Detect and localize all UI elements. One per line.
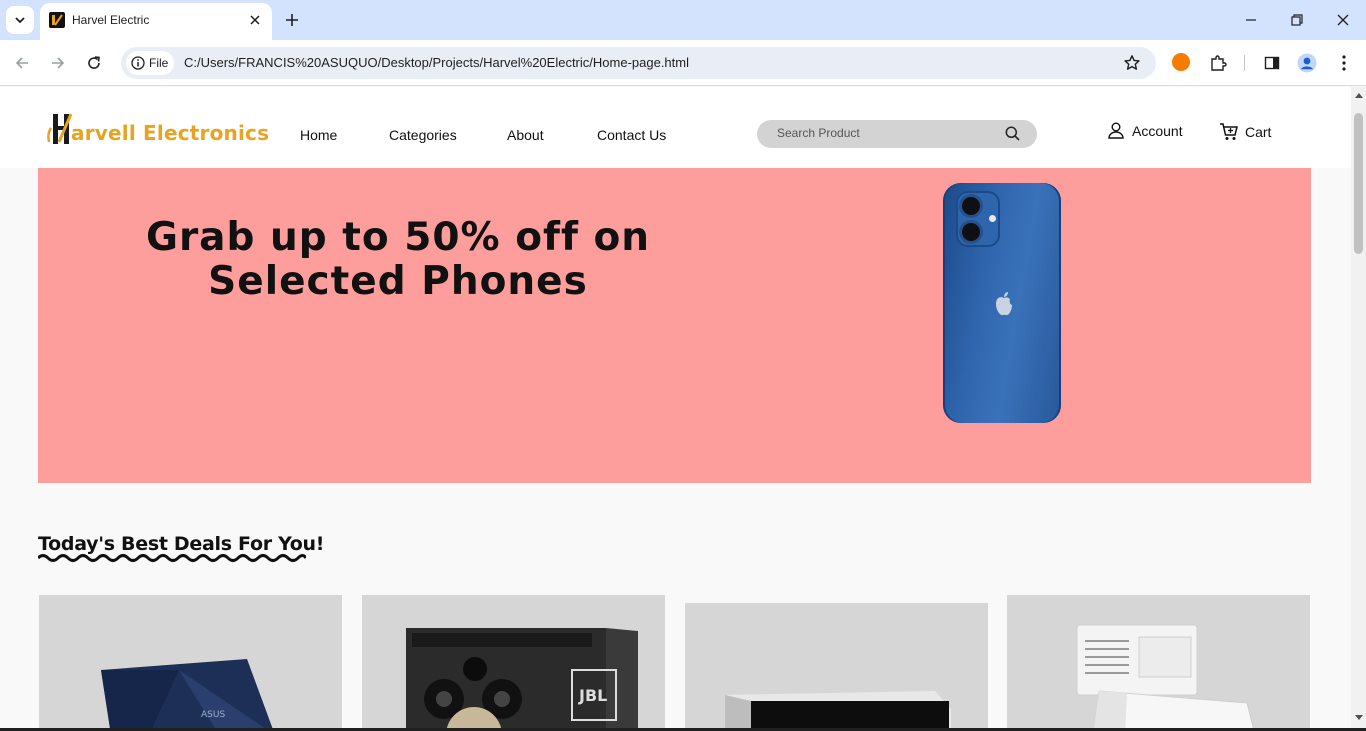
banner-line-2: Selected Phones — [208, 259, 588, 304]
apple-logo-icon — [996, 292, 1012, 316]
favicon-icon — [49, 12, 65, 28]
chip-label: File — [149, 56, 169, 70]
logo-text: arvell Electronics — [71, 121, 270, 145]
nav-home[interactable]: Home — [300, 127, 337, 143]
toolbar-separator — [1244, 55, 1245, 71]
extension-avast-icon[interactable] — [1172, 53, 1190, 71]
scroll-down-arrow-icon[interactable] — [1355, 715, 1363, 721]
tab-title: Harvel Electric — [72, 13, 150, 27]
page-scrollbar[interactable] — [1351, 87, 1366, 731]
promo-banner[interactable]: Grab up to 50% off on Selected Phones — [38, 168, 1311, 483]
logo-h-mark-icon — [45, 112, 79, 148]
extensions-puzzle-icon[interactable] — [1207, 52, 1229, 74]
air-conditioner-image — [1076, 624, 1255, 731]
restore-icon[interactable] — [1287, 10, 1307, 30]
profile-avatar-icon[interactable] — [1296, 52, 1318, 74]
close-window-icon[interactable] — [1333, 10, 1353, 30]
account-label: Account — [1132, 122, 1183, 139]
browser-tab[interactable]: Harvel Electric — [40, 3, 272, 40]
deals-section-title: Today's Best Deals For You! — [38, 533, 325, 555]
reload-icon[interactable] — [83, 52, 105, 74]
banner-headline: Grab up to 50% off on Selected Phones — [78, 216, 718, 304]
svg-text:JBL: JBL — [578, 686, 607, 705]
tab-close-icon[interactable] — [246, 11, 264, 29]
chevron-down-icon — [15, 17, 25, 24]
iphone-image — [943, 183, 1061, 423]
soundbar-image — [725, 691, 951, 731]
scroll-up-arrow-icon[interactable] — [1355, 92, 1363, 98]
cart-label: Cart — [1245, 123, 1272, 140]
product-card-soundbar[interactable] — [685, 603, 988, 731]
site-header: arvell Electronics Home Categories About… — [0, 87, 1351, 168]
info-icon — [131, 56, 145, 70]
scrollbar-thumb[interactable] — [1354, 113, 1363, 254]
cart-icon — [1220, 123, 1238, 140]
site-info-chip[interactable]: File — [126, 51, 174, 75]
bookmark-star-icon[interactable] — [1121, 52, 1143, 74]
back-arrow-icon[interactable] — [11, 52, 33, 74]
forward-arrow-icon[interactable] — [47, 52, 69, 74]
speaker-image: JBL — [406, 628, 638, 731]
laptop-image: ASUS — [101, 659, 274, 731]
user-icon — [1108, 122, 1124, 139]
new-tab-icon[interactable] — [282, 10, 302, 30]
search-icon[interactable] — [1005, 126, 1020, 146]
product-card-air-conditioner[interactable] — [1007, 595, 1310, 731]
search-input[interactable] — [777, 126, 997, 140]
browser-menu-icon[interactable] — [1333, 52, 1355, 74]
url-text[interactable]: C:/Users/FRANCIS%20ASUQUO/Desktop/Projec… — [184, 55, 689, 70]
tab-search-button[interactable] — [6, 6, 34, 34]
address-bar[interactable]: File C:/Users/FRANCIS%20ASUQUO/Desktop/P… — [121, 47, 1156, 79]
browser-tabstrip: Harvel Electric — [0, 0, 1366, 40]
nav-categories[interactable]: Categories — [389, 127, 457, 143]
nav-about[interactable]: About — [507, 127, 544, 143]
site-logo[interactable]: arvell Electronics — [45, 112, 269, 148]
cart-link[interactable]: Cart — [1219, 122, 1271, 141]
product-card-speaker[interactable]: JBL — [362, 595, 665, 731]
svg-text:ASUS: ASUS — [201, 710, 225, 720]
banner-line-1: Grab up to 50% off on — [145, 215, 651, 260]
account-link[interactable]: Account — [1108, 122, 1183, 139]
wavy-underline — [38, 554, 306, 562]
search-bar — [757, 120, 1037, 148]
side-panel-icon[interactable] — [1261, 52, 1283, 74]
minimize-icon[interactable] — [1241, 10, 1261, 30]
nav-contact-us[interactable]: Contact Us — [597, 127, 666, 143]
product-card-laptop[interactable]: ASUS — [39, 595, 342, 731]
camera-bump — [956, 191, 1000, 247]
browser-toolbar: File C:/Users/FRANCIS%20ASUQUO/Desktop/P… — [0, 40, 1366, 86]
